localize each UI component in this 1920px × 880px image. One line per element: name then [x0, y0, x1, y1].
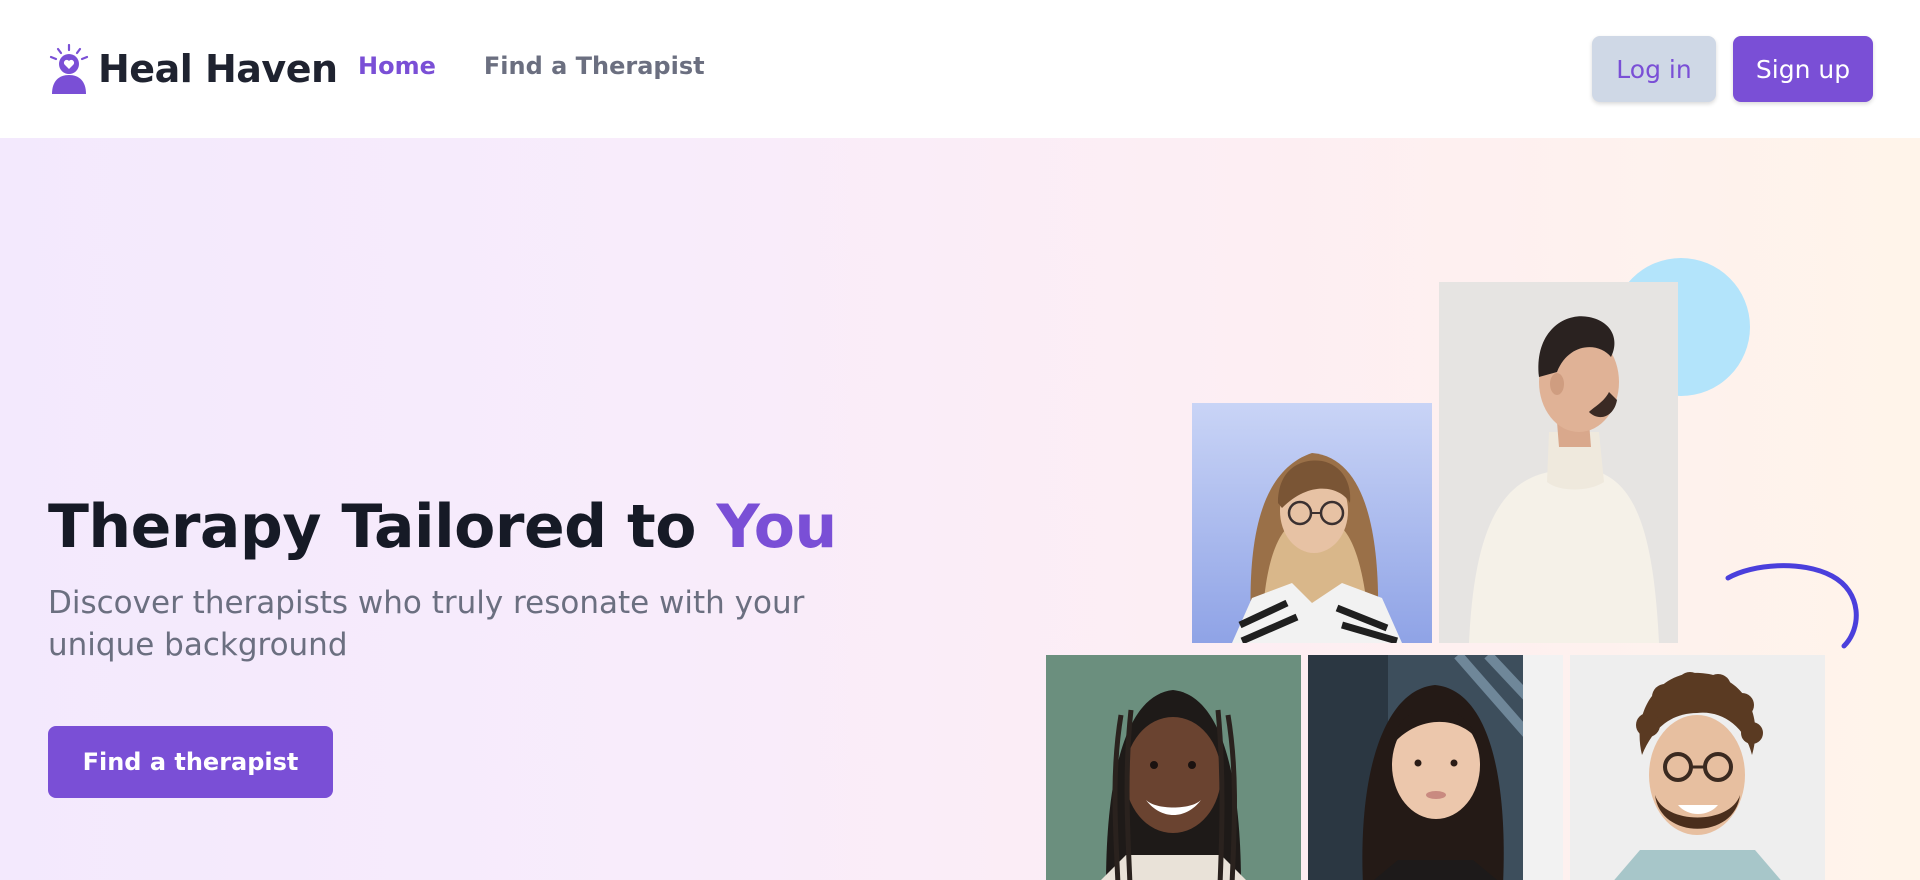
find-therapist-cta-button[interactable]: Find a therapist [48, 726, 333, 798]
therapist-photo-woman-braids [1046, 655, 1301, 880]
hero-title-main: Therapy Tailored to [48, 492, 717, 562]
hero-title: Therapy Tailored to You [48, 492, 837, 562]
hero-title-accent: You [716, 492, 837, 562]
person-heart-lightbulb-icon [49, 44, 89, 94]
decorative-swirl [1725, 563, 1859, 649]
therapist-photo-woman-dark-hair [1308, 655, 1563, 880]
login-button[interactable]: Log in [1592, 36, 1716, 102]
hero-section: Therapy Tailored to You Discover therapi… [0, 138, 1920, 880]
top-navbar: Heal Haven Home Find a Therapist Log in … [0, 0, 1920, 138]
nav-find-therapist-link[interactable]: Find a Therapist [484, 52, 705, 80]
nav-home-link[interactable]: Home [358, 52, 436, 80]
therapist-photo-woman-glasses [1192, 403, 1432, 643]
hero-subtitle: Discover therapists who truly resonate w… [48, 585, 805, 663]
therapist-photo-man-profile [1439, 282, 1678, 643]
brand-name: Heal Haven [98, 47, 338, 91]
main-nav: Home Find a Therapist [358, 52, 705, 80]
signup-button[interactable]: Sign up [1733, 36, 1873, 102]
brand-logo[interactable]: Heal Haven [46, 44, 338, 94]
therapist-photo-man-curly-hair [1570, 655, 1825, 880]
